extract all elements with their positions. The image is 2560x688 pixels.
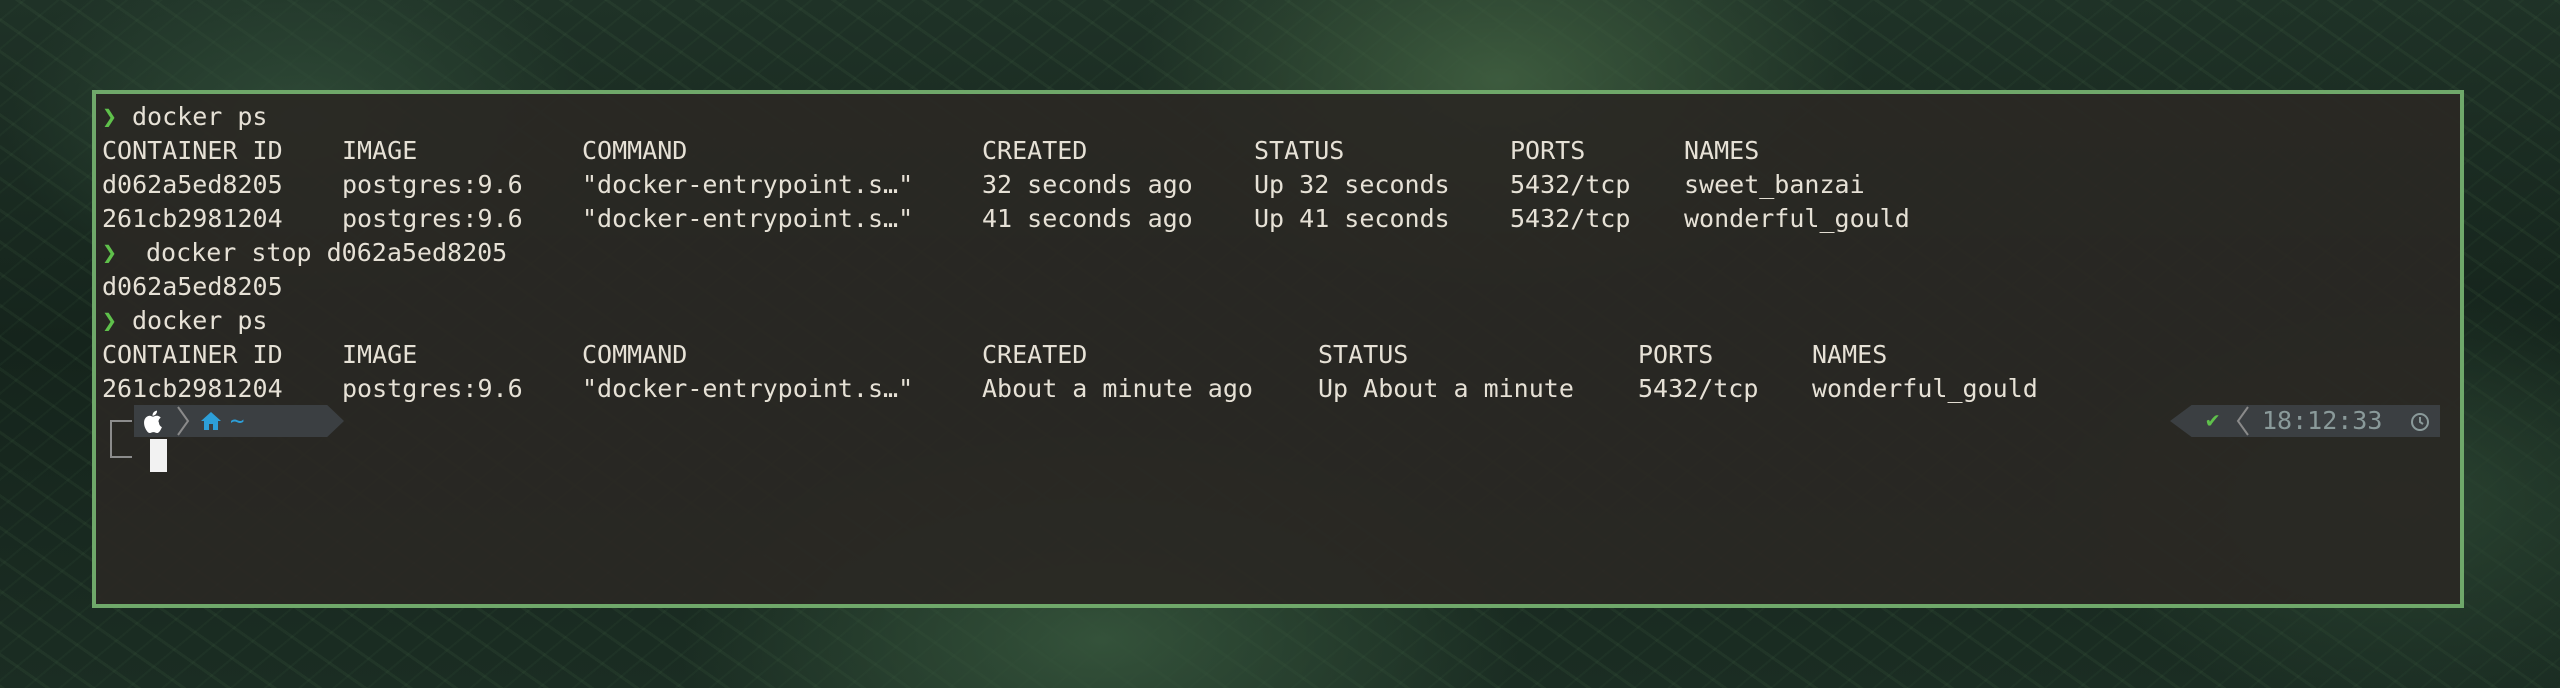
prompt-arrow: ❯ [102, 238, 118, 267]
clock-icon [2410, 412, 2430, 432]
header-status: STATUS [1318, 340, 1409, 369]
prompt-time: 18:12:33 [2262, 406, 2383, 435]
status-check-icon: ✔ [2206, 408, 2220, 433]
command-text: docker stop d062a5ed8205 [146, 238, 508, 267]
header-command: COMMAND [582, 340, 688, 369]
cell-ports: 5432/tcp [1510, 204, 1631, 233]
cell-status: Up 32 seconds [1254, 170, 1450, 199]
cell-created: 41 seconds ago [982, 204, 1193, 233]
cell-status: Up 41 seconds [1254, 204, 1450, 233]
table-row: d062a5ed8205 postgres:9.6 "docker-entryp… [96, 168, 1865, 202]
header-created: CREATED [982, 136, 1088, 165]
table-row: 261cb2981204 postgres:9.6 "docker-entryp… [96, 372, 2038, 406]
cell-ports: 5432/tcp [1638, 374, 1759, 403]
table-row: 261cb2981204 postgres:9.6 "docker-entryp… [96, 202, 1910, 236]
cell-names: sweet_banzai [1684, 170, 1865, 199]
segment-separator-icon [176, 405, 190, 437]
cell-image: postgres:9.6 [342, 374, 523, 403]
prompt-arrow: ❯ [102, 306, 118, 335]
terminal-window[interactable]: ❯ docker ps CONTAINER ID IMAGE COMMAND C… [92, 90, 2464, 608]
cell-image: postgres:9.6 [342, 204, 523, 233]
cell-ports: 5432/tcp [1510, 170, 1631, 199]
header-container-id: CONTAINER ID [102, 136, 283, 165]
header-ports: PORTS [1638, 340, 1714, 369]
cell-container-id: 261cb2981204 [102, 374, 283, 403]
command-text: docker ps [132, 102, 268, 131]
header-ports: PORTS [1510, 136, 1586, 165]
header-names: NAMES [1812, 340, 1888, 369]
cell-command: "docker-entrypoint.s…" [582, 374, 914, 403]
cell-command: "docker-entrypoint.s…" [582, 170, 914, 199]
cell-created: 32 seconds ago [982, 170, 1193, 199]
current-directory: ~ [230, 407, 245, 435]
stop-output-text: d062a5ed8205 [102, 272, 283, 301]
home-icon [200, 411, 222, 431]
apple-icon [144, 409, 166, 434]
header-created: CREATED [982, 340, 1088, 369]
header-image: IMAGE [342, 340, 418, 369]
cell-created: About a minute ago [982, 374, 1253, 403]
command-line-2: ❯ docker stop d062a5ed8205 [96, 236, 507, 270]
prompt-left-segment: ~ [134, 405, 344, 437]
header-image: IMAGE [342, 136, 418, 165]
cell-names: wonderful_gould [1812, 374, 2038, 403]
prompt-right-segment: ✔ 18:12:33 [2170, 405, 2440, 437]
header-status: STATUS [1254, 136, 1345, 165]
command-text: docker ps [132, 306, 268, 335]
table-header: CONTAINER ID IMAGE COMMAND CREATED STATU… [96, 338, 1887, 372]
cell-container-id: 261cb2981204 [102, 204, 283, 233]
cell-image: postgres:9.6 [342, 170, 523, 199]
prompt-bracket [110, 420, 132, 458]
segment-separator-icon [2236, 405, 2250, 437]
command-line-3: ❯ docker ps [96, 304, 267, 338]
table-header: CONTAINER ID IMAGE COMMAND CREATED STATU… [96, 134, 1759, 168]
terminal-cursor[interactable] [150, 439, 167, 472]
header-names: NAMES [1684, 136, 1760, 165]
cell-status: Up About a minute [1318, 374, 1574, 403]
cell-command: "docker-entrypoint.s…" [582, 204, 914, 233]
prompt-arrow: ❯ [102, 102, 118, 131]
header-container-id: CONTAINER ID [102, 340, 283, 369]
command-line-1: ❯ docker ps [96, 100, 267, 134]
command-output: d062a5ed8205 [96, 270, 283, 304]
cell-names: wonderful_gould [1684, 204, 1910, 233]
header-command: COMMAND [582, 136, 688, 165]
cell-container-id: d062a5ed8205 [102, 170, 283, 199]
